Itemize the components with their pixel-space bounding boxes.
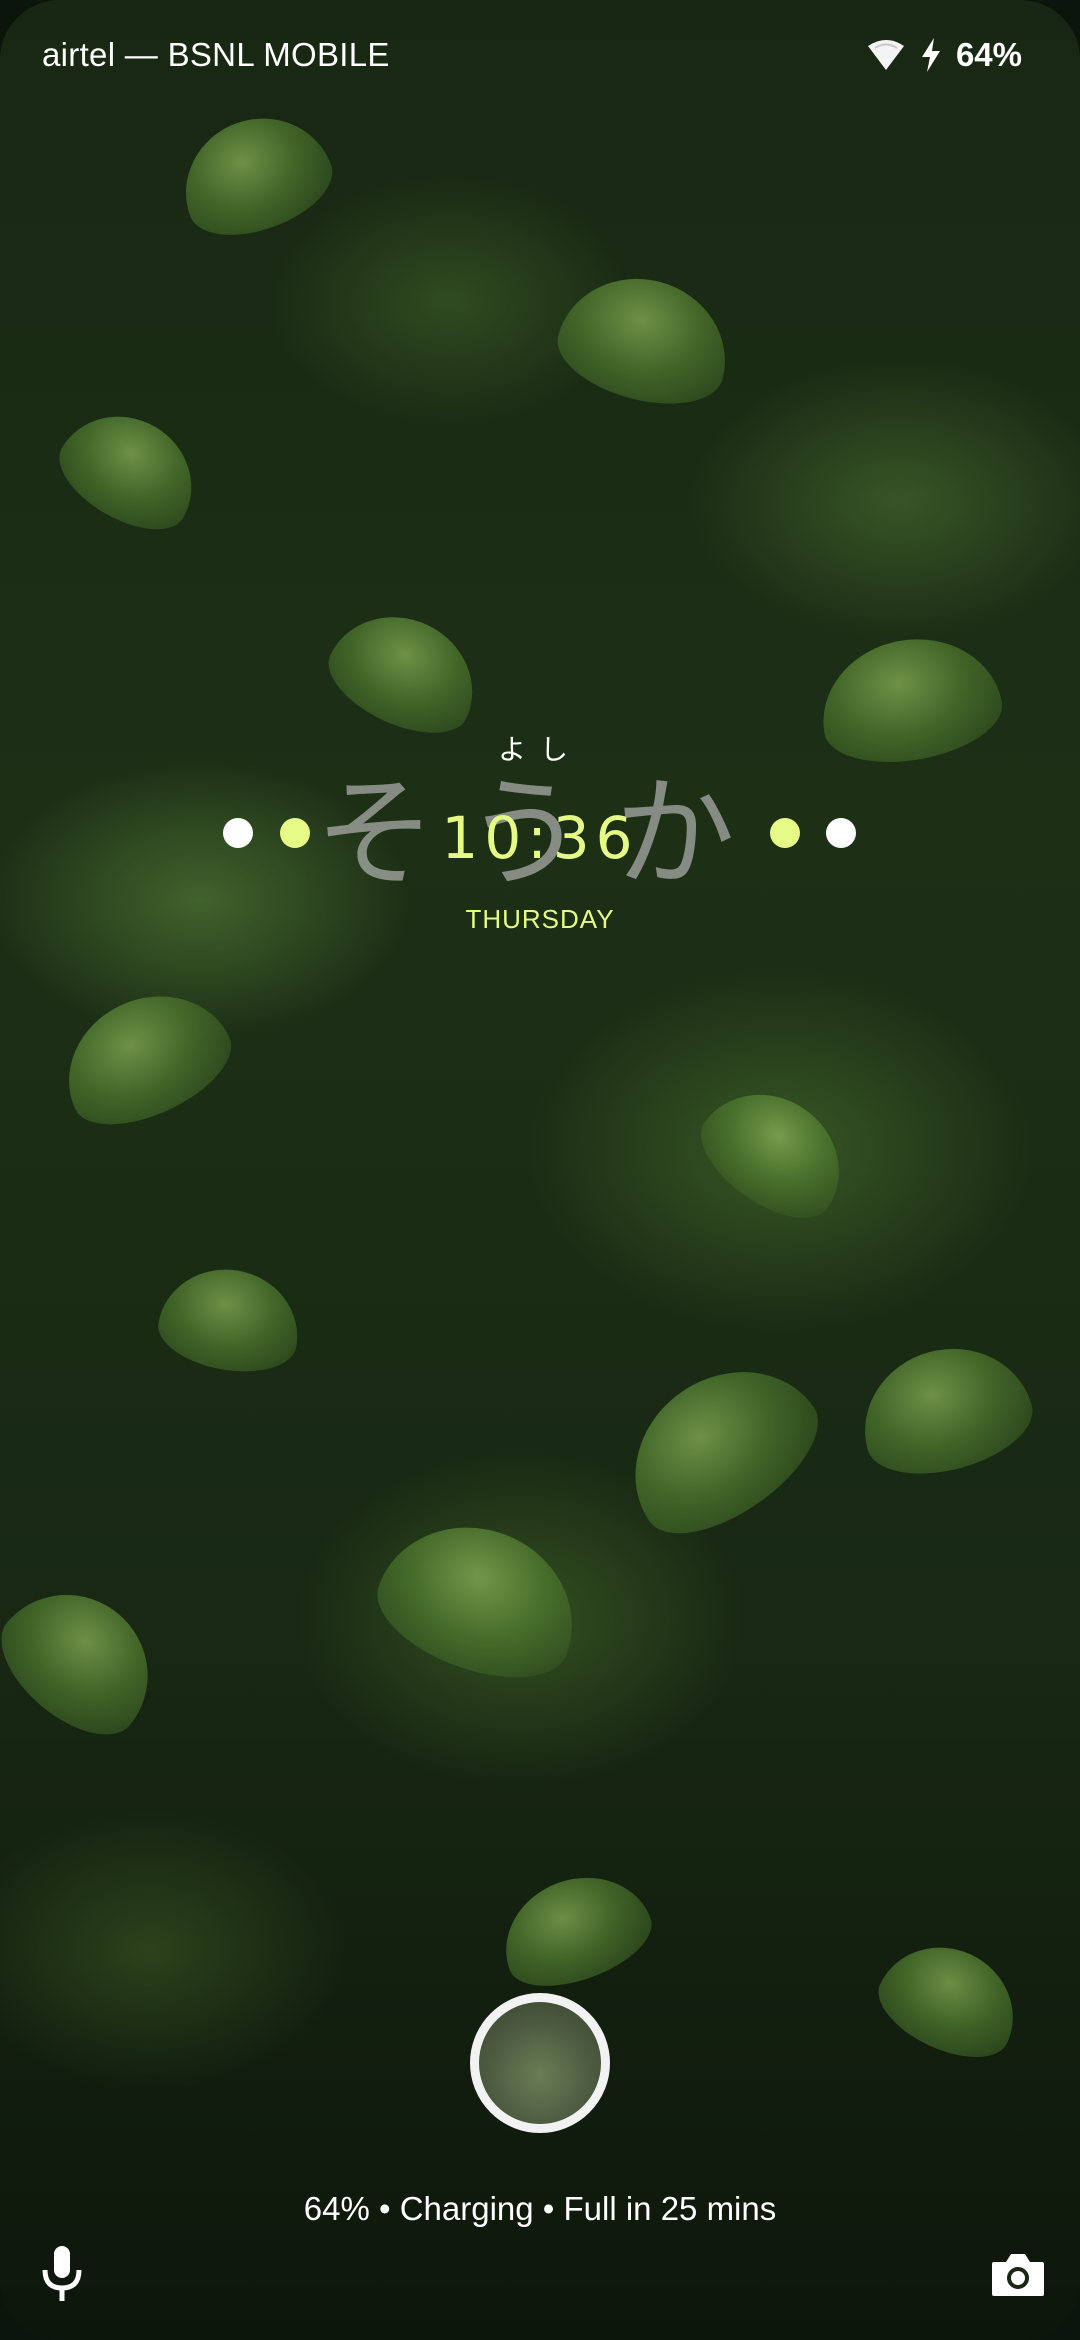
camera-icon [992, 2254, 1044, 2296]
status-icons: 64% [866, 36, 1022, 74]
charging-bolt-icon [921, 38, 940, 72]
carrier-name: airtel — BSNL MOBILE [42, 36, 390, 73]
camera-shortcut-button[interactable] [990, 2250, 1046, 2298]
clock-dot-right-outer [826, 818, 856, 848]
clock-dot-left-outer [223, 818, 253, 848]
microphone-icon [42, 2246, 82, 2301]
voice-assist-button[interactable] [36, 2244, 88, 2304]
clock-day: THURSDAY [465, 904, 615, 934]
clock-dot-right-inner [770, 818, 800, 848]
battery-percentage: 64% [955, 36, 1022, 73]
clock-time: 10:36 [441, 804, 639, 872]
wallpaper-image [0, 0, 1080, 2340]
wifi-icon [867, 40, 904, 70]
status-bar: airtel — BSNL MOBILE 64% [42, 30, 1022, 80]
fingerprint-sensor-icon[interactable] [470, 1993, 610, 2133]
clock-dot-left-inner [280, 818, 310, 848]
charging-status: 64% • Charging • Full in 25 mins [303, 2190, 777, 2227]
lock-screen: airtel — BSNL MOBILE 64% よし そうか 10:36 TH… [0, 0, 1080, 2340]
